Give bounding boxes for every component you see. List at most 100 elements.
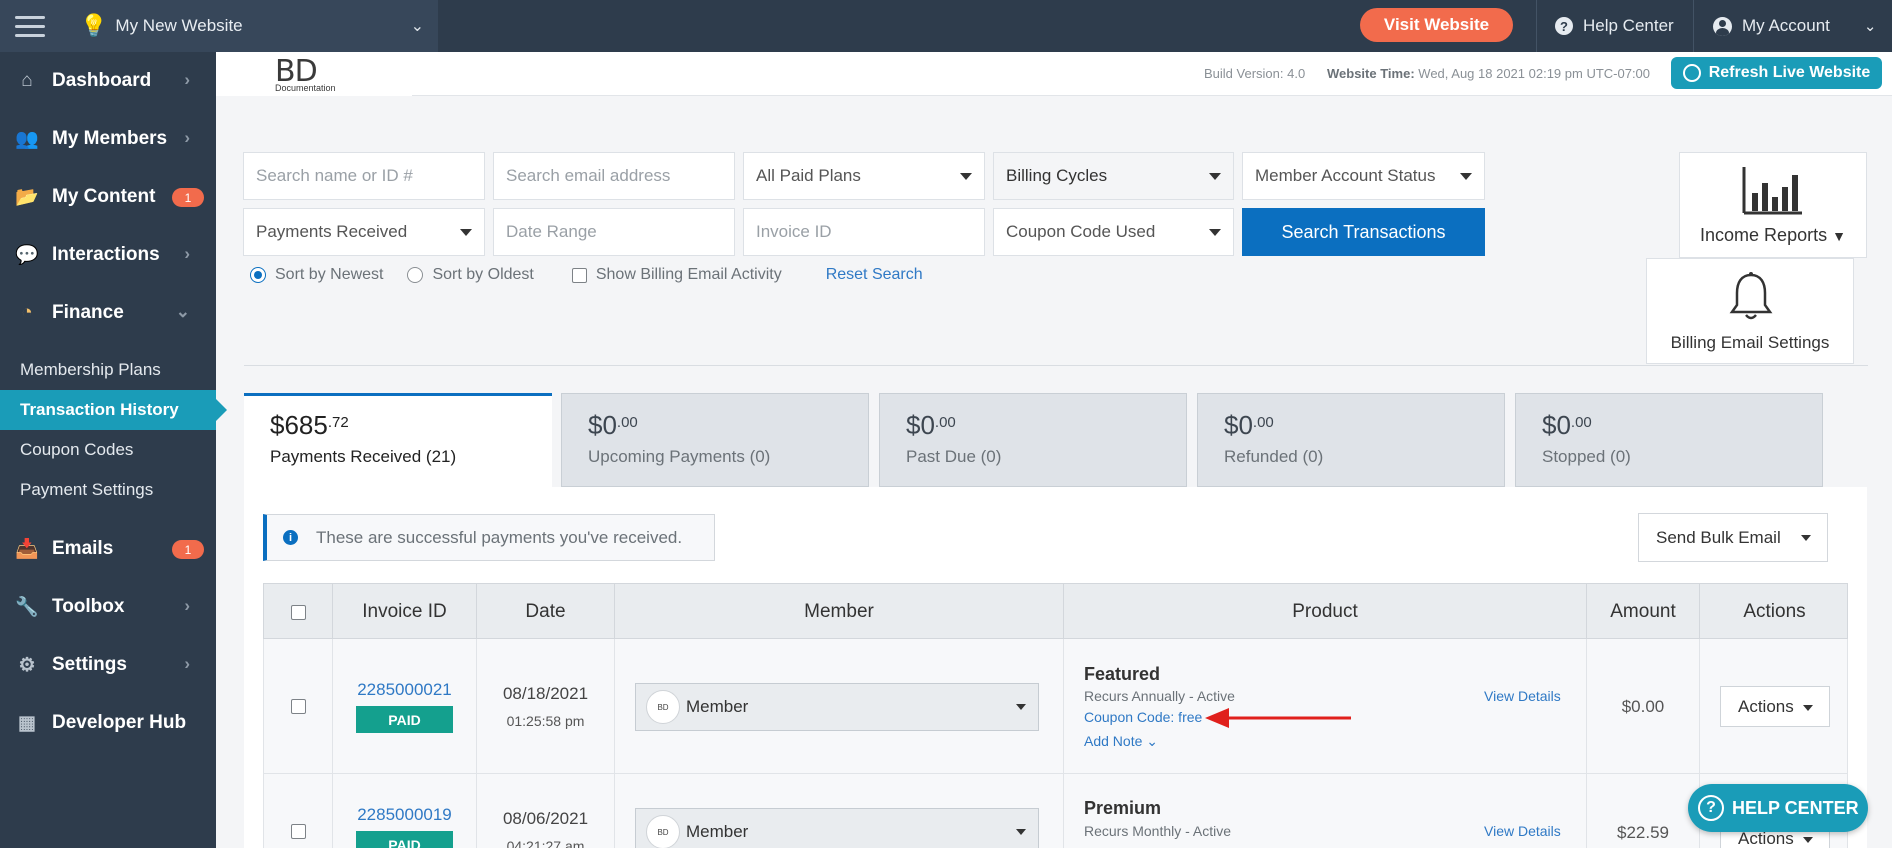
coupon-code-select[interactable]: Coupon Code Used [993, 208, 1234, 256]
site-logo[interactable]: BD Documentation [216, 52, 412, 96]
recurrence-status: Recurs Monthly - Active [1084, 823, 1232, 839]
question-icon: ? [1698, 795, 1724, 821]
help-center-floating-button[interactable]: ? HELP CENTER [1688, 784, 1868, 832]
tab-amount: $0.00 [588, 410, 638, 440]
logo-subtext: Documentation [275, 83, 336, 93]
menu-icon[interactable] [0, 0, 60, 52]
sidebar-item-label: My Members [52, 128, 168, 149]
billing-cycles-select[interactable]: Billing Cycles [993, 152, 1234, 200]
payments-received-select[interactable]: Payments Received [243, 208, 485, 256]
help-center-link[interactable]: ? Help Center [1555, 0, 1674, 52]
member-account-status-select[interactable]: Member Account Status [1242, 152, 1485, 200]
sidebar-item-label: Finance [52, 302, 124, 323]
sidebar-item-dashboard[interactable]: ⌂ Dashboard › [0, 52, 216, 110]
sidebar-item-label: Interactions [52, 244, 160, 265]
sidebar-item-label: My Content [52, 186, 156, 207]
amount-value: $22.59 [1617, 823, 1669, 842]
add-note-link[interactable]: Add Note ⌄ [1084, 733, 1158, 750]
chevron-right-icon: › [184, 654, 190, 673]
tab-refunded[interactable]: $0.00 Refunded (0) [1197, 393, 1505, 487]
my-account-menu[interactable]: My Account ⌄ [1713, 0, 1876, 52]
reset-search-link[interactable]: Reset Search [826, 266, 923, 284]
amount-value: $0.00 [1621, 697, 1665, 716]
send-bulk-email-button[interactable]: Send Bulk Email [1638, 513, 1828, 562]
divider [244, 365, 1868, 366]
sort-newest-radio[interactable] [250, 267, 266, 283]
sidebar-item-emails[interactable]: 📥 Emails 1 [0, 520, 216, 578]
avatar: BD [646, 815, 680, 848]
sidebar-item-toolbox[interactable]: 🔧 Toolbox › [0, 578, 216, 636]
date-range-input[interactable]: Date Range [493, 208, 735, 256]
top-bar: 💡 My New Website ⌄ Visit Website ? Help … [0, 0, 1892, 52]
row-checkbox[interactable] [291, 824, 306, 839]
billing-email-settings-label: Billing Email Settings [1670, 333, 1830, 352]
column-header-actions: Actions [1699, 584, 1849, 640]
sort-oldest-radio[interactable] [407, 267, 424, 283]
visit-website-button[interactable]: Visit Website [1360, 8, 1513, 42]
invoice-id-input[interactable]: Invoice ID [743, 208, 985, 256]
inbox-icon: 📥 [15, 539, 39, 560]
tab-upcoming-payments[interactable]: $0.00 Upcoming Payments (0) [561, 393, 869, 487]
billing-email-settings-button[interactable]: Billing Email Settings [1646, 258, 1854, 364]
chevron-right-icon: › [184, 596, 190, 615]
coupon-code-link[interactable]: Coupon Code: free [1084, 709, 1202, 725]
transaction-date: 08/18/2021 [502, 684, 589, 703]
finance-submenu: Membership Plans Transaction History Cou… [0, 342, 227, 520]
caret-down-icon [1803, 837, 1813, 843]
actions-button[interactable]: Actions [1720, 686, 1830, 727]
chat-icon: 💬 [15, 245, 39, 266]
page-header: BD Documentation Build Version: 4.0 Webs… [216, 52, 1892, 96]
column-header-date[interactable]: Date [476, 584, 614, 640]
column-header-invoice-id[interactable]: Invoice ID [332, 584, 476, 640]
grid-icon: ▦ [18, 712, 36, 734]
view-details-link[interactable]: View Details [1484, 688, 1561, 704]
refresh-live-website-button[interactable]: Refresh Live Website [1671, 57, 1882, 89]
column-header-member[interactable]: Member [614, 584, 1063, 640]
caret-down-icon [1016, 829, 1026, 835]
sidebar-item-payment-settings[interactable]: Payment Settings [0, 470, 216, 510]
info-message: i These are successful payments you've r… [263, 514, 715, 561]
plans-select[interactable]: All Paid Plans [743, 152, 985, 200]
tab-label: Past Due (0) [906, 447, 1002, 466]
sidebar-item-membership-plans[interactable]: Membership Plans [0, 350, 216, 390]
tab-payments-received[interactable]: $685.72 Payments Received (21) [244, 393, 552, 487]
tab-amount: $0.00 [906, 410, 956, 440]
invoice-id-link[interactable]: 2285000019 [333, 805, 476, 825]
chevron-right-icon: › [184, 244, 190, 263]
invoice-id-link[interactable]: 2285000021 [333, 680, 476, 700]
view-details-link[interactable]: View Details [1484, 823, 1561, 839]
sidebar-item-settings[interactable]: ⚙ Settings › [0, 636, 216, 694]
member-select[interactable]: BD Member [635, 808, 1039, 848]
bar-chart-icon [1742, 167, 1802, 215]
chevron-down-icon: ⌄ [1863, 18, 1877, 35]
transaction-time: 04:21:27 am [506, 838, 585, 848]
sidebar-item-developer-hub[interactable]: ▦ Developer Hub [0, 694, 216, 752]
sort-options: Sort by Newest Sort by Oldest Show Billi… [250, 264, 923, 286]
sidebar-item-finance[interactable]: ◔ Finance ⌄ [0, 284, 216, 342]
sidebar-item-my-members[interactable]: 👥 My Members › [0, 110, 216, 168]
sidebar-item-my-content[interactable]: 📂 My Content 1 [0, 168, 216, 226]
search-name-input[interactable]: Search name or ID # [243, 152, 485, 200]
sidebar-item-coupon-codes[interactable]: Coupon Codes [0, 430, 216, 470]
show-billing-checkbox[interactable] [571, 267, 587, 283]
tab-past-due[interactable]: $0.00 Past Due (0) [879, 393, 1187, 487]
caret-down-icon [1803, 705, 1813, 711]
tab-stopped[interactable]: $0.00 Stopped (0) [1515, 393, 1823, 487]
folder-icon: 📂 [15, 187, 39, 208]
member-select[interactable]: BD Member [635, 683, 1039, 731]
search-transactions-button[interactable]: Search Transactions [1242, 208, 1485, 256]
caret-down-icon [460, 229, 472, 236]
income-reports-dropdown[interactable]: Income Reports ▼ [1679, 152, 1867, 258]
product-name: Featured [1084, 664, 1161, 684]
sidebar-item-transaction-history[interactable]: Transaction History [0, 390, 227, 430]
sidebar-item-interactions[interactable]: 💬 Interactions › [0, 226, 216, 284]
column-header-amount[interactable]: Amount [1586, 584, 1699, 640]
chevron-down-icon: ⌄ [175, 302, 190, 321]
select-all-checkbox[interactable] [290, 604, 306, 620]
product-name: Premium [1084, 798, 1162, 818]
search-email-input[interactable]: Search email address [493, 152, 735, 200]
row-checkbox[interactable] [291, 699, 306, 714]
column-header-product[interactable]: Product [1063, 584, 1586, 640]
transaction-date: 08/06/2021 [502, 809, 589, 828]
website-selector[interactable]: 💡 My New Website ⌄ [60, 0, 438, 52]
